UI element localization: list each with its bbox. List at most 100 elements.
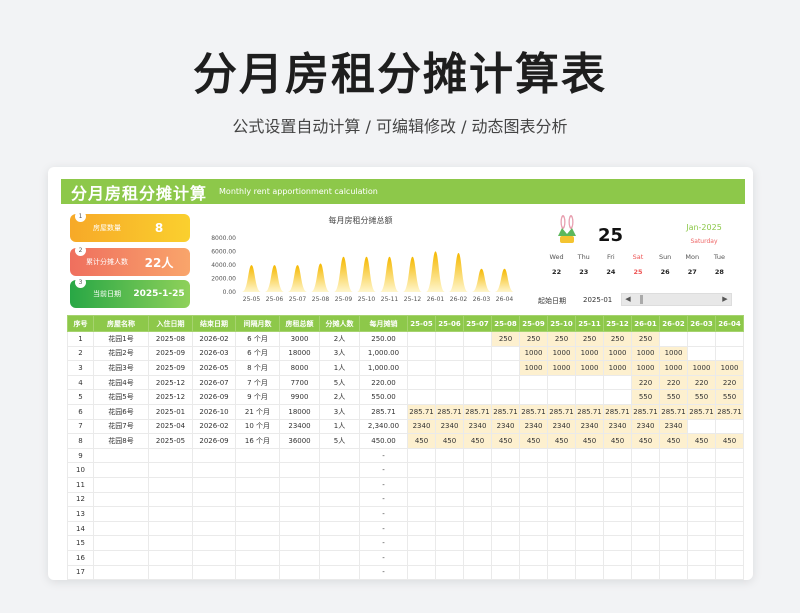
table-cell[interactable]: 7700 — [279, 374, 320, 391]
table-cell[interactable]: 5 — [67, 389, 94, 405]
table-cell[interactable]: 285.71 — [603, 403, 632, 420]
table-cell[interactable]: 450 — [547, 433, 576, 449]
table-cell[interactable]: 2340 — [547, 418, 576, 435]
table-cell[interactable] — [491, 345, 520, 362]
table-cell[interactable]: 6 个月 — [235, 331, 280, 347]
table-cell[interactable] — [148, 549, 193, 566]
table-cell[interactable]: 2人 — [319, 331, 360, 347]
table-cell[interactable] — [659, 520, 688, 537]
chart-peak[interactable] — [471, 268, 492, 292]
table-cell[interactable]: 1000 — [603, 345, 632, 362]
table-cell[interactable] — [407, 360, 436, 376]
start-date-value[interactable]: 2025-01 — [583, 296, 612, 304]
scroll-right-icon[interactable]: ▶ — [720, 294, 730, 305]
table-cell[interactable] — [463, 447, 492, 464]
table-cell[interactable] — [491, 535, 520, 551]
table-cell[interactable]: 285.71 — [463, 403, 492, 420]
table-cell[interactable] — [463, 331, 492, 347]
table-cell[interactable] — [659, 506, 688, 522]
table-cell[interactable]: 3人 — [319, 345, 360, 362]
table-cell[interactable]: - — [359, 447, 408, 464]
table-cell[interactable] — [631, 462, 660, 478]
table-cell[interactable]: 花园2号 — [93, 345, 149, 362]
table-cell[interactable] — [192, 549, 236, 566]
column-header[interactable]: 25-09 — [519, 315, 548, 332]
table-cell[interactable] — [235, 535, 280, 551]
chart-peak[interactable] — [310, 263, 331, 292]
table-cell[interactable] — [319, 462, 360, 478]
table-cell[interactable]: 285.71 — [359, 403, 408, 420]
table-cell[interactable] — [547, 506, 576, 522]
table-cell[interactable] — [603, 476, 632, 493]
table-cell[interactable] — [659, 476, 688, 493]
table-cell[interactable] — [687, 345, 716, 362]
table-cell[interactable]: 450 — [659, 433, 688, 449]
column-header[interactable]: 25-11 — [575, 315, 604, 332]
column-header[interactable]: 分摊人数 — [319, 315, 360, 332]
table-cell[interactable] — [192, 520, 236, 537]
table-cell[interactable]: 花园1号 — [93, 331, 149, 347]
table-cell[interactable]: 1000 — [631, 345, 660, 362]
table-cell[interactable] — [491, 389, 520, 405]
table-cell[interactable] — [603, 389, 632, 405]
table-cell[interactable] — [463, 462, 492, 478]
table-cell[interactable]: 285.71 — [687, 403, 716, 420]
table-cell[interactable]: 550 — [687, 389, 716, 405]
table-cell[interactable] — [491, 360, 520, 376]
table-cell[interactable] — [547, 374, 576, 391]
table-cell[interactable]: 2026-03 — [192, 345, 236, 362]
table-cell[interactable] — [407, 389, 436, 405]
table-cell[interactable]: 花园5号 — [93, 389, 149, 405]
table-cell[interactable] — [715, 462, 744, 478]
rent-chart[interactable]: 每月房租分摊总额 0.00 2000.00 4000.00 6000.00 8000.0… — [198, 212, 523, 312]
table-cell[interactable]: 花园6号 — [93, 403, 149, 420]
table-cell[interactable] — [407, 331, 436, 347]
table-cell[interactable] — [435, 447, 464, 464]
table-cell[interactable] — [491, 476, 520, 493]
table-cell[interactable] — [192, 564, 236, 580]
table-cell[interactable] — [575, 564, 604, 580]
table-cell[interactable] — [491, 462, 520, 478]
table-cell[interactable]: 1000 — [659, 360, 688, 376]
table-cell[interactable]: 2340 — [491, 418, 520, 435]
table-cell[interactable] — [687, 331, 716, 347]
column-header[interactable]: 房屋名称 — [93, 315, 149, 332]
table-cell[interactable] — [463, 535, 492, 551]
table-cell[interactable]: 1000 — [547, 345, 576, 362]
table-cell[interactable]: 2340 — [435, 418, 464, 435]
table-cell[interactable]: 220 — [631, 374, 660, 391]
table-cell[interactable] — [715, 345, 744, 362]
table-cell[interactable]: 7 个月 — [235, 374, 280, 391]
column-header[interactable]: 每月摊销 — [359, 315, 408, 332]
table-cell[interactable] — [319, 535, 360, 551]
table-cell[interactable] — [519, 491, 548, 508]
table-cell[interactable]: - — [359, 476, 408, 493]
table-cell[interactable]: 2025-08 — [148, 331, 193, 347]
table-cell[interactable]: 450 — [519, 433, 548, 449]
table-cell[interactable] — [603, 535, 632, 551]
table-cell[interactable]: 2340 — [519, 418, 548, 435]
table-cell[interactable]: 450 — [463, 433, 492, 449]
table-cell[interactable] — [631, 520, 660, 537]
month-scrollbar[interactable]: ◀ ▶ — [621, 293, 732, 306]
table-cell[interactable] — [687, 418, 716, 435]
table-cell[interactable] — [435, 520, 464, 537]
table-cell[interactable] — [659, 549, 688, 566]
table-cell[interactable]: 1000 — [575, 360, 604, 376]
table-cell[interactable] — [715, 476, 744, 493]
table-cell[interactable]: 220 — [659, 374, 688, 391]
column-header[interactable]: 25-08 — [491, 315, 520, 332]
stat-value[interactable]: 8 — [128, 221, 190, 235]
table-cell[interactable]: 2025-04 — [148, 418, 193, 435]
table-cell[interactable] — [235, 564, 280, 580]
column-header[interactable]: 25-07 — [463, 315, 492, 332]
table-cell[interactable] — [687, 564, 716, 580]
table-cell[interactable] — [407, 535, 436, 551]
table-cell[interactable] — [519, 462, 548, 478]
table-cell[interactable]: 1000 — [547, 360, 576, 376]
table-cell[interactable] — [279, 520, 320, 537]
table-cell[interactable]: 285.71 — [631, 403, 660, 420]
table-cell[interactable] — [463, 476, 492, 493]
table-cell[interactable] — [407, 520, 436, 537]
table-cell[interactable] — [547, 520, 576, 537]
